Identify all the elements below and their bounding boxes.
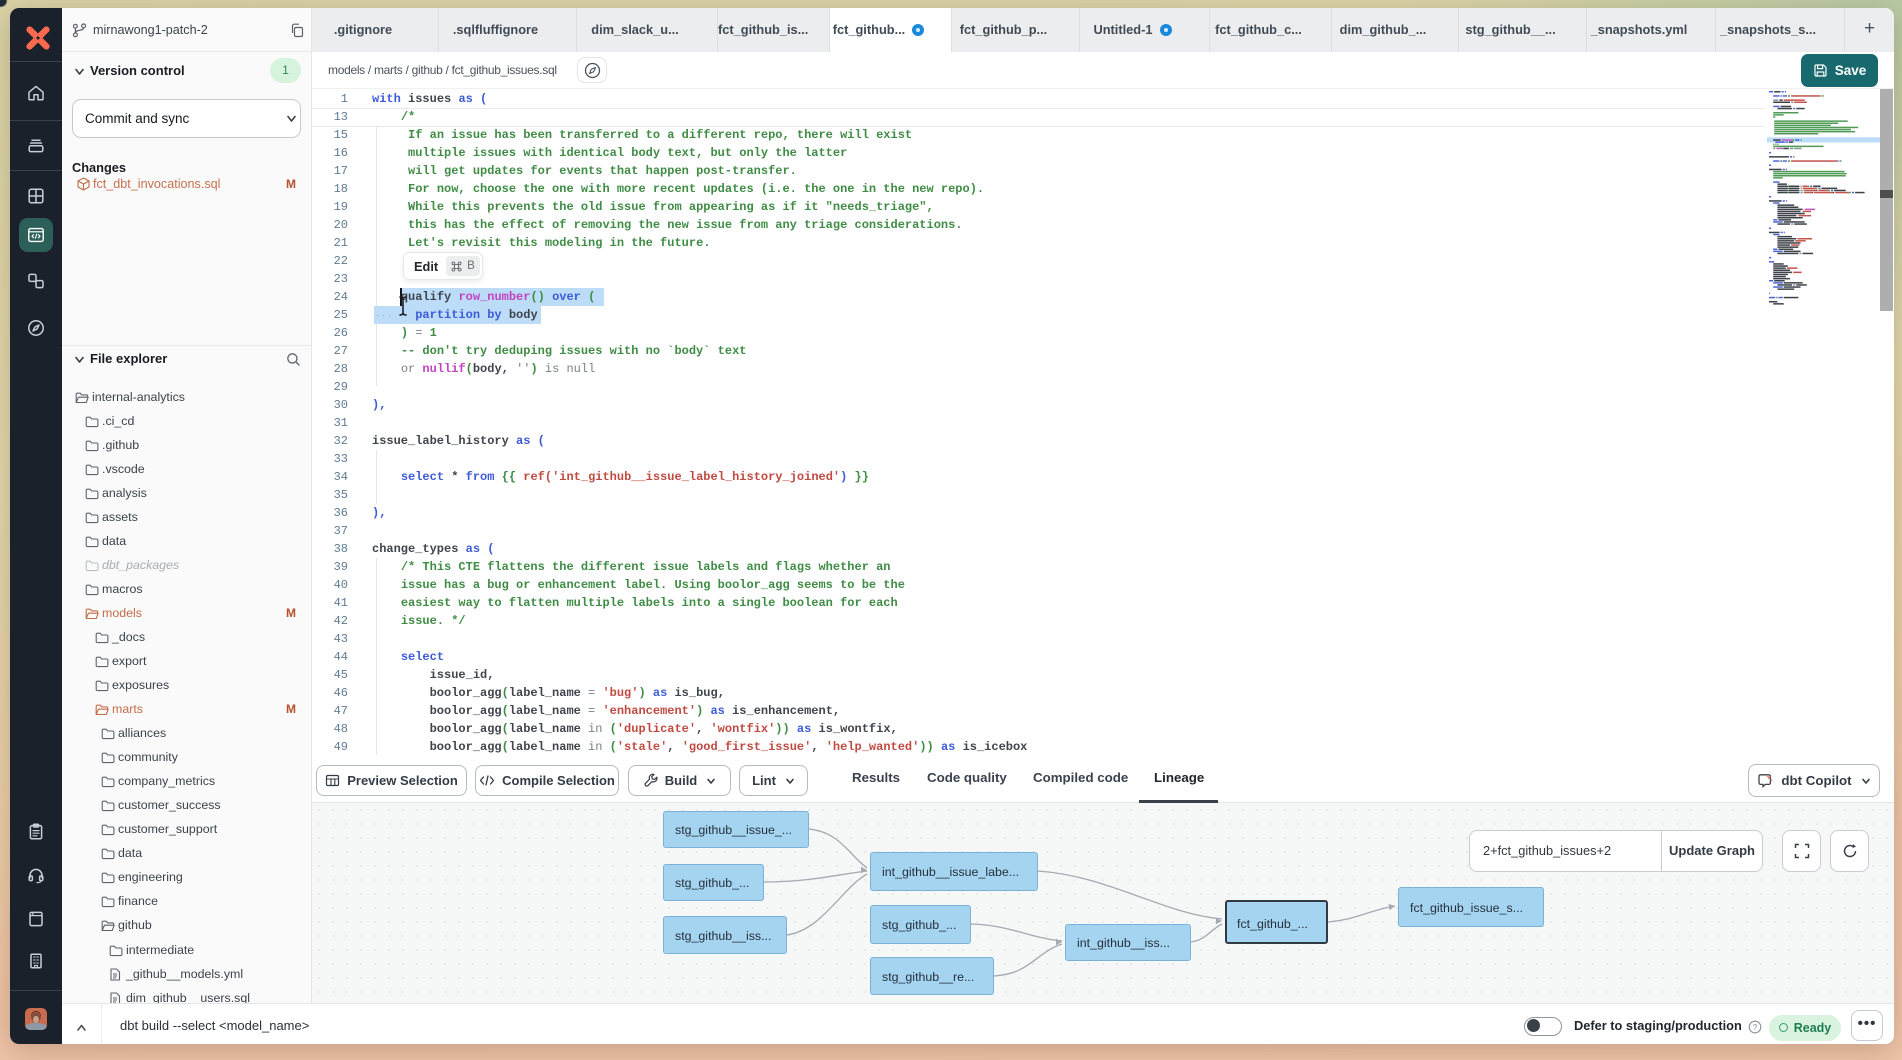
svg-text:?: ? [1753,1021,1758,1031]
